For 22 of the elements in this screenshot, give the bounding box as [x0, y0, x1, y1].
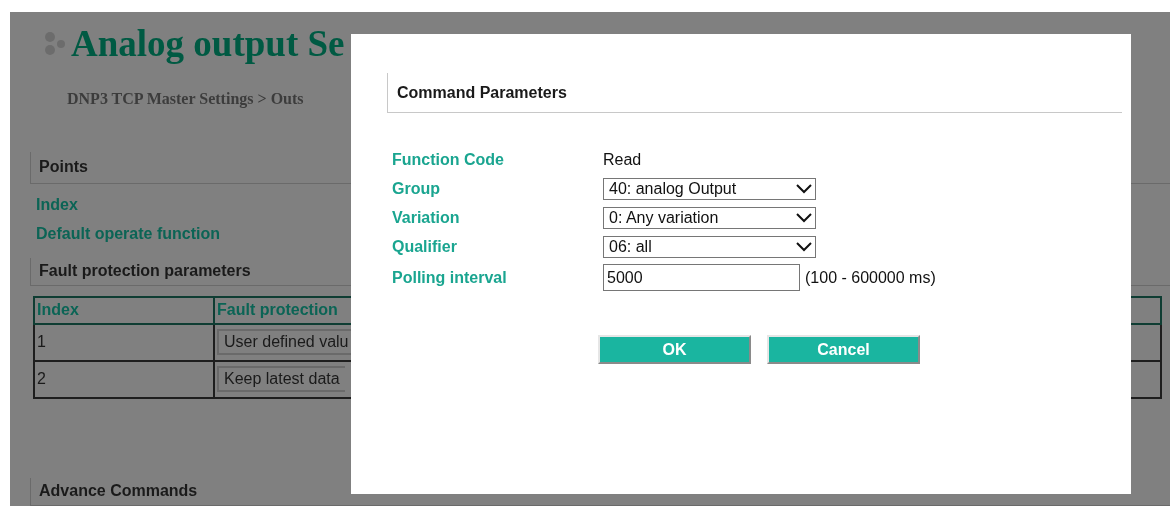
- breadcrumb: DNP3 TCP Master Settings > Outs: [67, 89, 304, 110]
- input-field[interactable]: 5000: [603, 264, 800, 291]
- field-label: Index: [36, 194, 78, 215]
- column-header: Index: [34, 296, 214, 324]
- field-label: Qualifier: [392, 237, 458, 257]
- field-label: Default operate function: [36, 223, 220, 244]
- table-cell: 2: [34, 360, 214, 398]
- chevron-down-icon: [796, 184, 812, 194]
- field-label: Variation: [392, 208, 461, 228]
- table-cell: 1: [34, 323, 214, 361]
- dropdown[interactable]: 0: Any variation: [603, 207, 816, 229]
- chevron-down-icon: [796, 213, 812, 223]
- unit-hint: (100 - 600000 ms): [805, 267, 936, 288]
- field-value: Read: [603, 150, 642, 170]
- page-title: Analog output Se: [71, 24, 345, 64]
- field-label: Function Code: [392, 150, 505, 170]
- dialog-title: Command Parameters: [387, 73, 1122, 113]
- field-label: Polling interval: [392, 267, 508, 288]
- dropdown[interactable]: 40: analog Output: [603, 178, 816, 200]
- dropdown[interactable]: 06: all: [603, 236, 816, 258]
- chevron-down-icon: [796, 242, 812, 252]
- dropdown[interactable]: Keep latest data: [217, 366, 345, 393]
